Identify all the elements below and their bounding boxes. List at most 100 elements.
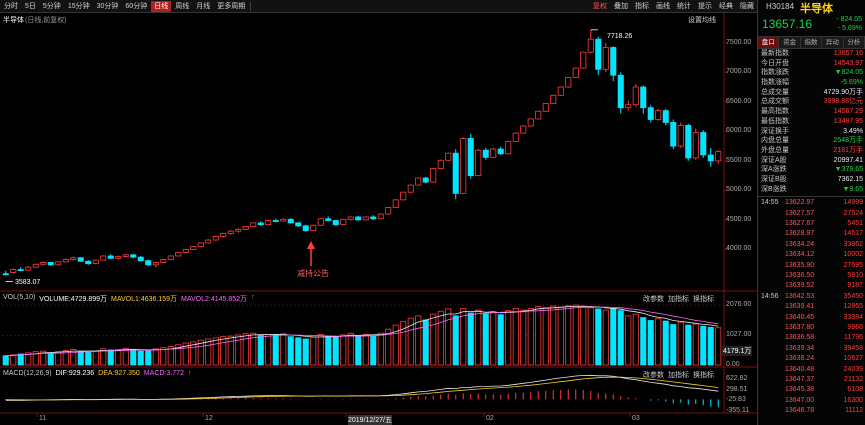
- volume-bar: [670, 324, 677, 366]
- period-tab-6[interactable]: 日线: [151, 0, 172, 12]
- vol-buttons-1[interactable]: 加指标: [668, 294, 689, 304]
- tick-price: 13642.53: [785, 292, 815, 300]
- period-tab-3[interactable]: 15分钟: [65, 1, 93, 12]
- volume-bar: [280, 333, 287, 366]
- candle-body: [145, 260, 152, 266]
- tick-price: 13640.45: [785, 313, 815, 321]
- macd-ticks-tick: 298.51: [726, 385, 748, 393]
- candle-body: [610, 47, 617, 76]
- expand-arrow-icon[interactable]: ↑: [188, 370, 192, 377]
- tick-list[interactable]: 14:55 13622.97 14999 13627.57 27524 13627.67 5…: [758, 198, 865, 416]
- candle-body: [685, 125, 692, 159]
- candle-body: [647, 107, 654, 120]
- volume-bar: [310, 336, 317, 366]
- macd-dif-line: [5, 374, 719, 401]
- candle-body: [677, 125, 684, 147]
- annotation-label: 减持公告: [297, 269, 329, 278]
- volume-bar: [505, 310, 512, 366]
- candle-body: [205, 239, 212, 244]
- tick-time: [761, 333, 785, 343]
- volume-bar: [512, 307, 519, 366]
- quote-tab-3[interactable]: 异动: [822, 37, 844, 48]
- candle-body: [430, 168, 437, 183]
- period-tab-7[interactable]: 周线: [172, 1, 192, 12]
- period-tab-8[interactable]: 月线: [193, 1, 213, 12]
- tool-button-5[interactable]: 提示: [695, 1, 715, 12]
- expand-arrow-icon[interactable]: ↑: [251, 294, 255, 304]
- macd-buttons-1[interactable]: 加指标: [668, 370, 689, 380]
- tool-button-6[interactable]: 经典: [716, 1, 736, 12]
- tick-row: 13647.37 21132: [758, 375, 865, 385]
- stat-label: 指数涨幅: [761, 79, 789, 87]
- candle-body: [632, 86, 639, 106]
- quote-tab-0[interactable]: 盘口: [758, 37, 780, 48]
- period-tab-9[interactable]: 更多周期: [214, 1, 248, 12]
- volume-bar: [490, 311, 497, 366]
- candle-body: [85, 260, 92, 265]
- tool-button-0[interactable]: 复权: [590, 1, 610, 12]
- candle-body: [242, 226, 249, 230]
- tool-button-2[interactable]: 指标: [632, 1, 652, 12]
- price-change-pct: - 5.69%: [837, 25, 862, 32]
- vol-ticks-tick: 0.00: [726, 361, 740, 368]
- period-tab-0[interactable]: 分时: [1, 1, 21, 12]
- tick-vol: 35450: [843, 292, 863, 300]
- stat-label: 最低指数: [761, 117, 789, 125]
- volume-bar: [332, 336, 339, 366]
- tool-button-4[interactable]: 统计: [674, 1, 694, 12]
- volume-bar: [227, 335, 234, 366]
- tick-price: 13636.50: [785, 272, 815, 280]
- volume-bar: [160, 347, 167, 366]
- date-label: 11: [39, 415, 47, 422]
- stat-row: 总成交额 3998.88亿元: [758, 97, 865, 107]
- tool-button-7[interactable]: 隐藏: [737, 1, 757, 12]
- stat-row: 最高指数 14567.29: [758, 107, 865, 117]
- volume-bar: [340, 334, 347, 366]
- tick-time: [761, 302, 785, 312]
- tick-vol: 33862: [843, 240, 863, 248]
- macd-buttons-0[interactable]: 改参数: [643, 370, 664, 380]
- candle-body: [250, 222, 257, 227]
- price-ticks-tick: 5000.00: [726, 186, 752, 194]
- period-tab-2[interactable]: 5分钟: [40, 1, 64, 12]
- candle-body: [122, 254, 129, 257]
- candle-body: [257, 222, 264, 226]
- candle-body: [640, 86, 647, 109]
- stat-label: 深B涨跌: [761, 185, 787, 193]
- kline-chart-svg[interactable]: [0, 13, 757, 425]
- candle-body: [700, 132, 707, 156]
- volume-bar: [707, 327, 714, 366]
- tick-price: 13637.80: [785, 324, 815, 331]
- candle-body: [160, 259, 167, 263]
- kline-chart-area[interactable]: 半导体 (日线,前复权) 设置均线 7718.26 3583.07 减持公告 7…: [0, 13, 757, 425]
- macd-dif-value: DIF:929.236: [55, 370, 95, 377]
- settings-ma-button[interactable]: 设置均线: [688, 15, 716, 25]
- quote-tab-4[interactable]: 分析: [843, 37, 865, 48]
- stat-row: 深证B股 7362.15: [758, 175, 865, 185]
- tick-price: 13622.97: [785, 199, 815, 207]
- quote-header: H30184 半导体 13657.16 - 824.05 - 5.69%: [758, 0, 865, 37]
- quote-tab-2[interactable]: 指数: [800, 37, 823, 48]
- vol-buttons-2[interactable]: 换指标: [693, 294, 714, 304]
- macd-buttons-2[interactable]: 换指标: [693, 370, 714, 380]
- volume-bar: [145, 350, 152, 366]
- candle-body: [407, 184, 414, 193]
- candle-body: [332, 220, 339, 226]
- volume-bar: [557, 306, 564, 366]
- price-ticks-tick: 4500.00: [726, 215, 752, 223]
- period-tab-5[interactable]: 60分钟: [122, 1, 150, 12]
- candle-body: [362, 216, 369, 221]
- candle-body: [520, 125, 527, 134]
- tool-button-3[interactable]: 画线: [653, 1, 673, 12]
- vol-buttons-0[interactable]: 改参数: [643, 294, 664, 304]
- period-tab-4[interactable]: 30分钟: [94, 1, 122, 12]
- tool-button-1[interactable]: 叠加: [611, 1, 631, 12]
- period-tab-1[interactable]: 5日: [22, 1, 39, 12]
- candle-body: [227, 230, 234, 234]
- quote-tab-1[interactable]: 资金: [779, 37, 801, 48]
- vol-ticks-tick: 1027.00: [726, 331, 752, 339]
- candle-body: [692, 132, 699, 159]
- stat-value: 7362.15: [837, 175, 863, 183]
- volume-bar: [692, 323, 699, 366]
- tick-vol: 9966: [847, 324, 863, 331]
